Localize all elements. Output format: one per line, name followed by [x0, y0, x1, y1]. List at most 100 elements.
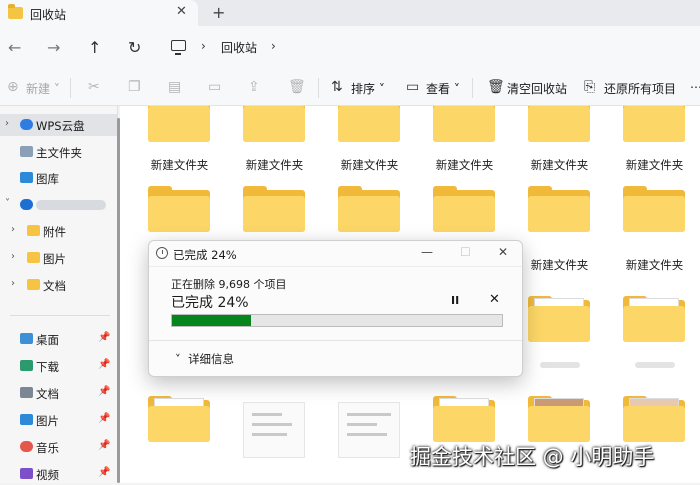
onedrive-icon [20, 199, 33, 210]
sidebar-item-videos[interactable]: 视频 📌 [0, 463, 117, 485]
home-icon [20, 146, 33, 157]
progress-bar [171, 314, 503, 327]
address-bar: ← → ↑ ↻ › 回收站 › [0, 26, 700, 70]
plus-circle-icon: ⊕ [7, 79, 19, 95]
details-label: 详细信息 [188, 352, 235, 366]
folder-icon[interactable] [243, 106, 305, 142]
folder-label[interactable]: 新建文件夹 [417, 157, 512, 173]
folder-icon[interactable] [623, 186, 685, 232]
folder-icon[interactable] [148, 186, 210, 232]
pin-icon[interactable]: 📌 [98, 413, 110, 424]
share-icon[interactable]: ⇪ [248, 79, 260, 95]
folder-icon[interactable] [338, 186, 400, 232]
chevron-down-icon[interactable]: ˅ [5, 198, 10, 209]
folder-label[interactable] [540, 362, 580, 368]
close-button[interactable]: ✕ [498, 245, 508, 259]
pause-button[interactable]: II [451, 294, 459, 307]
chevron-right-icon[interactable]: › [11, 224, 15, 235]
folder-icon[interactable] [243, 186, 305, 232]
cut-icon[interactable]: ✂ [88, 79, 100, 95]
sidebar-item-wps-cloud[interactable]: › WPS云盘 [0, 114, 117, 136]
sort-button[interactable]: 排序 ˅ [351, 80, 385, 97]
dialog-title-bar: 已完成 24% — ☐ ✕ [149, 241, 522, 267]
sidebar-item-documents[interactable]: 文档 📌 [0, 382, 117, 404]
refresh-button[interactable]: ↻ [128, 38, 141, 57]
chevron-right-icon[interactable]: › [11, 278, 15, 289]
rename-icon[interactable]: ▭ [208, 79, 221, 95]
folder-icon[interactable] [433, 186, 495, 232]
folder-label[interactable]: 新建文件夹 [512, 257, 607, 273]
sidebar-item-desktop[interactable]: 桌面 📌 [0, 328, 117, 350]
folder-label[interactable]: 新建文件夹 [322, 157, 417, 173]
sidebar-item-music[interactable]: 音乐 📌 [0, 436, 117, 458]
folder-icon[interactable] [623, 106, 685, 142]
folder-icon[interactable] [148, 106, 210, 142]
sidebar-item-attachments[interactable]: › 附件 [0, 220, 117, 242]
music-icon [20, 441, 33, 452]
folder-label[interactable]: 新建文件夹 [132, 157, 227, 173]
sidebar-item-label: 主文件夹 [36, 146, 82, 160]
folder-icon[interactable] [433, 106, 495, 142]
folder-icon[interactable] [528, 106, 590, 142]
pin-icon[interactable]: 📌 [98, 386, 110, 397]
minimize-button[interactable]: — [421, 245, 433, 259]
chevron-right-icon[interactable]: › [5, 118, 9, 129]
document-thumbnail[interactable] [338, 402, 400, 458]
sidebar-item-onedrive[interactable]: ˅ [0, 194, 117, 216]
delete-icon[interactable]: 🗑 [288, 79, 306, 95]
sidebar-item-gallery[interactable]: 图库 [0, 167, 117, 189]
empty-recycle-bin-button[interactable]: 清空回收站 [507, 80, 567, 97]
chevron-right-icon[interactable]: › [11, 251, 15, 262]
pin-icon[interactable]: 📌 [98, 359, 110, 370]
stop-button[interactable]: ✕ [489, 292, 500, 307]
copy-icon[interactable]: ❐ [128, 79, 141, 95]
pin-icon[interactable]: 📌 [98, 440, 110, 451]
new-button[interactable]: 新建 ˅ [26, 80, 60, 97]
tab-recycle-bin[interactable]: 回收站 ✕ [0, 0, 198, 26]
folder-label[interactable]: 新建文件夹 [512, 157, 607, 173]
folder-icon[interactable] [528, 296, 590, 342]
more-details-toggle[interactable]: ˅ 详细信息 [175, 351, 234, 367]
folder-label[interactable]: 新建文件夹 [227, 157, 322, 173]
breadcrumb-recycle-bin[interactable]: 回收站 [221, 39, 257, 56]
view-button[interactable]: 查看 ˅ [426, 80, 460, 97]
sidebar-item-label: 视频 [36, 468, 59, 482]
sidebar-item-pictures-folder[interactable]: › 图片 [0, 247, 117, 269]
close-tab-button[interactable]: ✕ [176, 4, 187, 19]
this-pc-icon[interactable] [171, 40, 186, 55]
sidebar-item-home[interactable]: 主文件夹 [0, 141, 117, 163]
progress-fill [172, 315, 252, 326]
document-thumbnail[interactable] [243, 402, 305, 458]
folder-label[interactable]: 新建文件夹 [607, 257, 700, 273]
new-tab-button[interactable]: + [212, 3, 225, 22]
pin-icon[interactable]: 📌 [98, 332, 110, 343]
divider [70, 78, 71, 98]
sidebar-item-pictures[interactable]: 图片 📌 [0, 409, 117, 431]
folder-icon[interactable] [338, 106, 400, 142]
sidebar-item-downloads[interactable]: 下载 📌 [0, 355, 117, 377]
folder-label[interactable] [635, 362, 675, 368]
forward-button[interactable]: → [47, 38, 60, 57]
more-options-button[interactable]: ⋯ [690, 80, 700, 94]
operation-description: 正在删除 9,698 个项目 [171, 278, 287, 291]
folder-icon[interactable] [528, 396, 590, 442]
folder-icon[interactable] [148, 396, 210, 442]
restore-all-button[interactable]: 还原所有项目 [604, 80, 676, 97]
tab-title: 回收站 [30, 8, 67, 22]
folder-icon[interactable] [623, 296, 685, 342]
navigation-pane: › WPS云盘 主文件夹 图库 ˅ › 附件 › 图片 › 文档 桌面 📌 下载… [0, 106, 118, 483]
breadcrumb-separator[interactable]: › [271, 39, 276, 53]
folder-icon[interactable] [433, 396, 495, 442]
folder-label[interactable]: 新建文件夹 [607, 157, 700, 173]
breadcrumb-separator[interactable]: › [201, 39, 206, 53]
back-button[interactable]: ← [8, 38, 21, 57]
up-button[interactable]: ↑ [88, 38, 101, 57]
sidebar-item-documents-folder[interactable]: › 文档 [0, 274, 117, 296]
folder-icon [8, 4, 23, 19]
pin-icon[interactable]: 📌 [98, 467, 110, 478]
paste-icon[interactable]: ▤ [168, 79, 181, 95]
folder-icon[interactable] [623, 396, 685, 442]
folder-icon[interactable] [528, 186, 590, 232]
folder-icon [27, 225, 40, 236]
desktop-icon [20, 333, 33, 344]
